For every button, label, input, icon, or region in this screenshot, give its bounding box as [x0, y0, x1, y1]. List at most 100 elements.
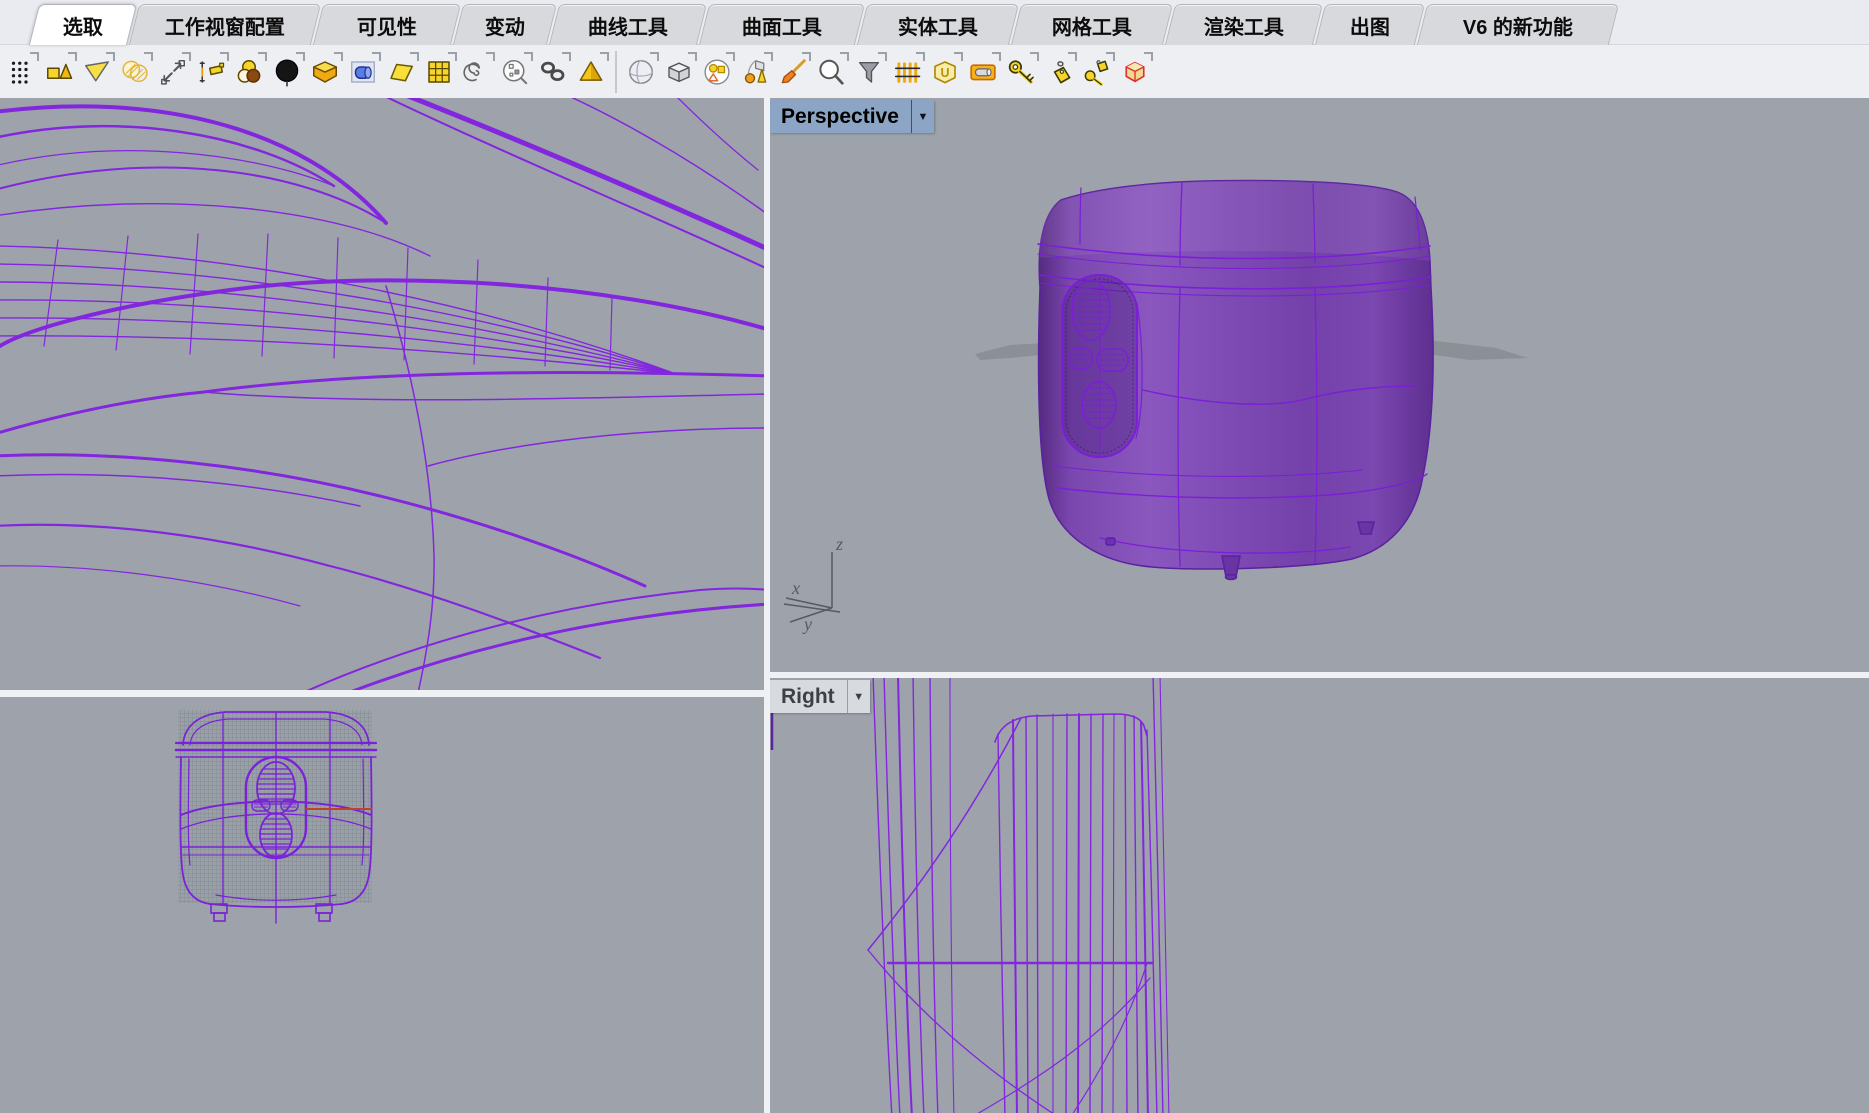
viewport-right[interactable]: Right ▼ [770, 678, 1869, 1113]
tab-label: 曲面工具 [705, 5, 859, 45]
tab-surface-tools[interactable]: 曲面工具 [699, 4, 865, 45]
toolbar-button-grid-surface[interactable] [420, 50, 458, 94]
chain-links-icon [538, 57, 568, 87]
tab-label: 选取 [35, 5, 131, 45]
detail-view-icon [500, 57, 530, 87]
fence-icon [892, 57, 922, 87]
spheres-trio-icon [234, 57, 264, 87]
toolbar-button-texture-cube[interactable] [1116, 50, 1154, 94]
toolbar-button-chain-links[interactable] [534, 50, 572, 94]
viewport-title-perspective[interactable]: Perspective ▼ [770, 100, 934, 133]
toolbar-separator [615, 51, 617, 93]
svg-text:U: U [940, 66, 949, 80]
tab-label: 实体工具 [863, 5, 1013, 45]
viewport-menu-chevron-icon[interactable]: ▼ [911, 100, 934, 133]
tab-viewport-layout[interactable]: 工作视窗配置 [129, 4, 321, 45]
toolbar-button-flat-cone[interactable] [78, 50, 116, 94]
toolbar-button-key-tag[interactable] [1078, 50, 1116, 94]
viewport-front[interactable] [0, 697, 764, 1113]
filter-funnel-icon [854, 57, 884, 87]
toolbar-button-detail-view[interactable] [496, 50, 534, 94]
ground-shadow-right [1428, 340, 1528, 360]
surface-plane-icon [386, 57, 416, 87]
toolbar-button-dimension-hand[interactable] [192, 50, 230, 94]
toolbar-button-open-box[interactable] [306, 50, 344, 94]
tab-label: 变动 [459, 5, 551, 45]
toolbar-button-tag[interactable] [1040, 50, 1078, 94]
viewport-top[interactable] [0, 98, 764, 690]
primitives-group-icon [740, 57, 770, 87]
tab-label: 渲染工具 [1171, 5, 1317, 45]
toolbar-button-ghosted-cube[interactable] [660, 50, 698, 94]
shaded-sphere-icon [626, 57, 656, 87]
tab-label: 可见性 [319, 5, 455, 45]
toolbar-button-paintbrush[interactable] [774, 50, 812, 94]
toolbar-button-dots-filter[interactable] [2, 50, 40, 94]
key-icon [1006, 57, 1036, 87]
toolbar-button-fence[interactable] [888, 50, 926, 94]
toolbar-button-shaded-sphere[interactable] [622, 50, 660, 94]
tab-selection[interactable]: 选取 [29, 4, 137, 45]
tab-drafting[interactable]: 出图 [1315, 4, 1425, 45]
tab-solid-tools[interactable]: 实体工具 [857, 4, 1019, 45]
tab-label: V6 的新功能 [1423, 5, 1613, 45]
horizontal-splitter-left[interactable] [0, 690, 764, 697]
wireframe-front-view [0, 697, 764, 1113]
toolbar-button-magnifier[interactable] [812, 50, 850, 94]
toolbar-button-spheres-trio[interactable] [230, 50, 268, 94]
toolbar-button-hatch-circles[interactable] [116, 50, 154, 94]
magnifier-icon [816, 57, 846, 87]
viewport-perspective[interactable]: z x y Perspective ▼ [770, 98, 1869, 672]
extrude-box-icon [348, 57, 378, 87]
tab-visibility[interactable]: 可见性 [313, 4, 461, 45]
viewport-title-text: Right [770, 680, 847, 713]
toolbar-button-primitives-group[interactable] [736, 50, 774, 94]
dots-filter-icon [6, 57, 36, 87]
pyramid-icon [576, 57, 606, 87]
toolbar-button-black-sphere[interactable] [268, 50, 306, 94]
control-panel [1062, 275, 1137, 457]
key-tag-icon [1082, 57, 1112, 87]
tab-label: 工作视窗配置 [135, 5, 315, 45]
black-sphere-icon [272, 57, 302, 87]
axis-label-y: y [802, 614, 812, 634]
toolbar-tab-bar: 选取工作视窗配置可见性变动曲线工具曲面工具实体工具网格工具渲染工具出图V6 的新… [0, 0, 1869, 45]
toolbar-button-box-cone[interactable] [40, 50, 78, 94]
tab-render-tools[interactable]: 渲染工具 [1165, 4, 1323, 45]
tab-transform[interactable]: 变动 [453, 4, 557, 45]
toolbar-button-move-arrows[interactable] [154, 50, 192, 94]
wireframe-right-view [770, 678, 1869, 1113]
tab-curve-tools[interactable]: 曲线工具 [549, 4, 707, 45]
axis-label-x: x [791, 578, 800, 598]
shapes-circle-icon [702, 57, 732, 87]
toolbar-button-filter-funnel[interactable] [850, 50, 888, 94]
hatch-circles-icon [120, 57, 150, 87]
ghosted-cube-icon [664, 57, 694, 87]
toolbar-button-spiral-curve[interactable] [458, 50, 496, 94]
tab-v6-new-features[interactable]: V6 的新功能 [1417, 4, 1619, 45]
viewport-title-text: Perspective [770, 100, 911, 133]
viewport-title-right[interactable]: Right ▼ [770, 680, 870, 713]
toolbar-button-u-box[interactable]: U [926, 50, 964, 94]
toolbar-button-surface-plane[interactable] [382, 50, 420, 94]
picture-frame-icon [968, 57, 998, 87]
toolbar-button-pyramid[interactable] [572, 50, 610, 94]
u-box-icon: U [930, 57, 960, 87]
axis-label-z: z [835, 534, 843, 554]
shaded-model-perspective: z x y [770, 98, 1869, 672]
toolbar-button-key[interactable] [1002, 50, 1040, 94]
toolbar-button-shapes-circle[interactable] [698, 50, 736, 94]
rhino-application-window: 选取工作视窗配置可见性变动曲线工具曲面工具实体工具网格工具渲染工具出图V6 的新… [0, 0, 1869, 1113]
toolbar-button-picture-frame[interactable] [964, 50, 1002, 94]
dimension-hand-icon [196, 57, 226, 87]
toolbar-button-extrude-box[interactable] [344, 50, 382, 94]
flat-cone-icon [82, 57, 112, 87]
tab-label: 曲线工具 [555, 5, 701, 45]
viewport-menu-chevron-icon[interactable]: ▼ [847, 680, 870, 713]
tab-label: 出图 [1321, 5, 1419, 45]
box-cone-icon [44, 57, 74, 87]
tab-mesh-tools[interactable]: 网格工具 [1011, 4, 1173, 45]
texture-cube-icon [1120, 57, 1150, 87]
paintbrush-icon [778, 57, 808, 87]
open-box-icon [310, 57, 340, 87]
